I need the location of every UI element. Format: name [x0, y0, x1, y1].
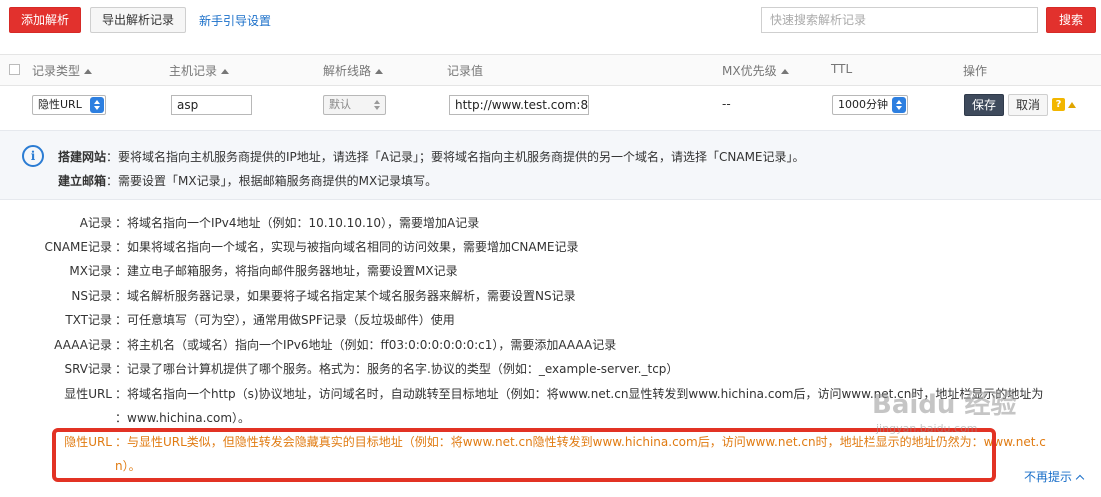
help-row-a: A记录 ：将域名指向一个IPv4地址（例如：10.10.10.10），需要增加A记…	[79, 216, 480, 230]
sort-asc-icon	[221, 69, 230, 74]
export-records-button[interactable]: 导出解析记录	[90, 7, 186, 33]
edit-record-row: 隐性URL asp 默认 http://www.test.com:8 -- 10…	[0, 85, 1101, 125]
help-question-icon[interactable]: ?	[1052, 98, 1065, 111]
column-value: 记录值	[447, 64, 484, 78]
save-button[interactable]: 保存	[964, 94, 1004, 116]
ttl-select[interactable]: 1000分钟	[832, 95, 908, 115]
help-row-aaaa: AAAA记录 ：将主机名（或域名）指向一个IPv6地址（例如：ff03:0:0:0…	[54, 338, 617, 352]
select-arrows-icon	[90, 97, 104, 113]
search-input[interactable]	[761, 7, 1038, 33]
column-host[interactable]: 主机记录	[169, 62, 230, 79]
toolbar: 添加解析 导出解析记录 新手引导设置 搜索	[0, 0, 1101, 42]
select-arrows-icon	[892, 97, 906, 113]
info-website-line: 搭建网站：要将域名指向主机服务商提供的IP地址，请选择「A记录」；要将域名指向主…	[58, 150, 805, 164]
record-value-input[interactable]: http://www.test.com:8	[449, 95, 589, 115]
host-input[interactable]: asp	[171, 95, 252, 115]
help-row-cname: CNAME记录 ：如果将域名指向一个域名，实现与被指向域名相同的访问效果，需要增加…	[44, 240, 579, 254]
info-panel: i 搭建网站：要将域名指向主机服务商提供的IP地址，请选择「A记录」；要将域名指…	[0, 130, 1101, 200]
column-record-type[interactable]: 记录类型	[32, 62, 93, 79]
select-arrows-icon	[370, 97, 384, 113]
add-record-button[interactable]: 添加解析	[9, 7, 81, 33]
help-row-srv: SRV记录 ：记录了哪台计算机提供了哪个服务。格式为：服务的名字.协议的类型（例如…	[64, 362, 679, 376]
collapse-arrow-icon[interactable]	[1068, 102, 1076, 108]
line-select[interactable]: 默认	[323, 95, 386, 115]
beginner-guide-link[interactable]: 新手引导设置	[199, 12, 271, 29]
mx-priority-value: --	[722, 97, 731, 111]
watermark-logo-text: Baidu 经验	[872, 390, 1017, 420]
watermark-url-text: jingyan.baidu.com	[876, 422, 978, 435]
annotation-highlight-box	[52, 428, 996, 482]
info-icon: i	[22, 145, 44, 167]
column-ttl: TTL	[831, 62, 853, 76]
help-row-mx: MX记录 ：建立电子邮箱服务，将指向邮件服务器地址，需要设置MX记录	[69, 264, 458, 278]
column-actions: 操作	[963, 64, 988, 78]
table-header: 记录类型 主机记录 解析线路 记录值 MX优先级 TTL 操作	[0, 54, 1101, 86]
search-button[interactable]: 搜索	[1046, 7, 1096, 33]
column-mx[interactable]: MX优先级	[722, 62, 789, 79]
baidu-watermark: Baidu 经验 jingyan.baidu.com	[872, 382, 1016, 462]
cancel-button[interactable]: 取消	[1008, 94, 1048, 116]
info-mailbox-line: 建立邮箱：需要设置「MX记录」，根据邮箱服务商提供的MX记录填写。	[58, 174, 438, 188]
select-all-checkbox[interactable]	[9, 64, 20, 75]
dont-show-again-link[interactable]: 不再提示	[1024, 468, 1085, 485]
sort-asc-icon	[375, 69, 384, 74]
help-row-txt: TXT记录 ：可任意填写（可为空），通常用做SPF记录（反垃圾邮件）使用	[65, 313, 455, 327]
sort-asc-icon	[780, 69, 789, 74]
chevron-up-icon	[1075, 474, 1085, 483]
record-type-select[interactable]: 隐性URL	[32, 95, 106, 115]
column-line[interactable]: 解析线路	[323, 62, 384, 79]
help-row-ns: NS记录 ：域名解析服务器记录，如果要将子域名指定某个域名服务器来解析，需要设置N…	[71, 289, 576, 303]
sort-asc-icon	[84, 69, 93, 74]
